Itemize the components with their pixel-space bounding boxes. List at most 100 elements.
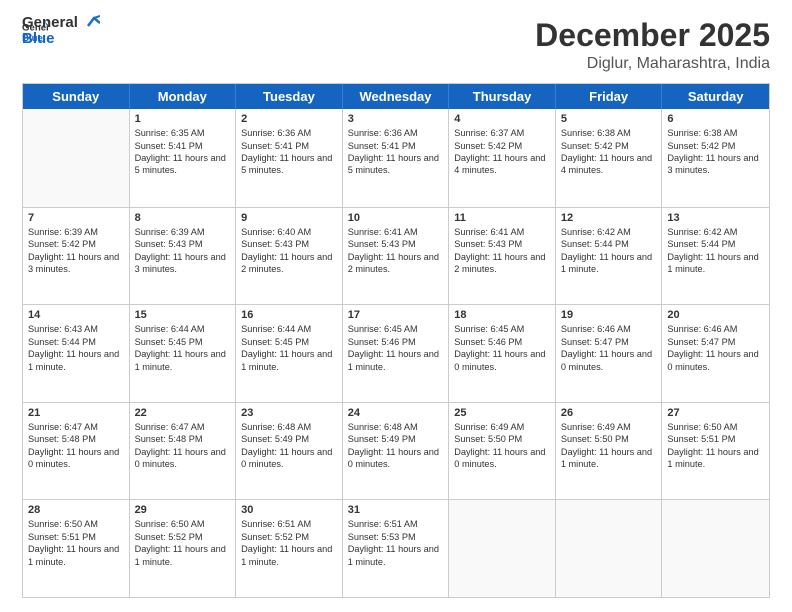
day-number: 20 xyxy=(667,309,764,321)
calendar-cell: 5 Sunrise: 6:38 AM Sunset: 5:42 PM Daylig… xyxy=(556,109,663,207)
day-info: Sunrise: 6:42 AM Sunset: 5:44 PM Dayligh… xyxy=(667,226,764,276)
day-number: 12 xyxy=(561,212,657,224)
header-day-friday: Friday xyxy=(556,84,663,109)
day-number: 15 xyxy=(135,309,231,321)
day-info: Sunrise: 6:38 AM Sunset: 5:42 PM Dayligh… xyxy=(667,127,764,177)
header: General Blue General Blue December 2025 … xyxy=(22,18,770,73)
calendar-cell: 13 Sunrise: 6:42 AM Sunset: 5:44 PM Dayli… xyxy=(662,208,769,305)
day-number: 22 xyxy=(135,407,231,419)
day-number: 7 xyxy=(28,212,124,224)
day-info: Sunrise: 6:46 AM Sunset: 5:47 PM Dayligh… xyxy=(667,323,764,373)
day-number: 23 xyxy=(241,407,337,419)
day-info: Sunrise: 6:45 AM Sunset: 5:46 PM Dayligh… xyxy=(454,323,550,373)
day-info: Sunrise: 6:49 AM Sunset: 5:50 PM Dayligh… xyxy=(561,421,657,471)
day-number: 1 xyxy=(135,113,231,125)
header-day-sunday: Sunday xyxy=(23,84,130,109)
day-number: 9 xyxy=(241,212,337,224)
calendar-row-1: 7 Sunrise: 6:39 AM Sunset: 5:42 PM Daylig… xyxy=(23,207,769,305)
day-number: 19 xyxy=(561,309,657,321)
day-number: 16 xyxy=(241,309,337,321)
logo-block: General Blue xyxy=(22,14,100,47)
calendar-cell: 30 Sunrise: 6:51 AM Sunset: 5:52 PM Dayli… xyxy=(236,500,343,597)
calendar-cell xyxy=(449,500,556,597)
calendar-cell xyxy=(556,500,663,597)
calendar-cell: 11 Sunrise: 6:41 AM Sunset: 5:43 PM Dayli… xyxy=(449,208,556,305)
day-info: Sunrise: 6:42 AM Sunset: 5:44 PM Dayligh… xyxy=(561,226,657,276)
calendar-row-0: 1 Sunrise: 6:35 AM Sunset: 5:41 PM Daylig… xyxy=(23,109,769,207)
day-info: Sunrise: 6:46 AM Sunset: 5:47 PM Dayligh… xyxy=(561,323,657,373)
calendar-header: SundayMondayTuesdayWednesdayThursdayFrid… xyxy=(23,84,769,109)
day-info: Sunrise: 6:41 AM Sunset: 5:43 PM Dayligh… xyxy=(454,226,550,276)
day-number: 21 xyxy=(28,407,124,419)
day-number: 2 xyxy=(241,113,337,125)
header-day-monday: Monday xyxy=(130,84,237,109)
calendar-cell: 9 Sunrise: 6:40 AM Sunset: 5:43 PM Daylig… xyxy=(236,208,343,305)
day-number: 24 xyxy=(348,407,444,419)
day-info: Sunrise: 6:49 AM Sunset: 5:50 PM Dayligh… xyxy=(454,421,550,471)
calendar-cell: 3Sunrise: 6:36 AM Sunset: 5:41 PM Daylig… xyxy=(343,109,450,207)
calendar-cell: 6 Sunrise: 6:38 AM Sunset: 5:42 PM Daylig… xyxy=(662,109,769,207)
calendar-cell: 24 Sunrise: 6:48 AM Sunset: 5:49 PM Dayli… xyxy=(343,403,450,500)
day-info: Sunrise: 6:48 AM Sunset: 5:49 PM Dayligh… xyxy=(241,421,337,471)
calendar-cell: 29Sunrise: 6:50 AM Sunset: 5:52 PM Dayli… xyxy=(130,500,237,597)
calendar-row-4: 28 Sunrise: 6:50 AM Sunset: 5:51 PM Dayli… xyxy=(23,499,769,597)
calendar-cell: 23 Sunrise: 6:48 AM Sunset: 5:49 PM Dayli… xyxy=(236,403,343,500)
day-number: 5 xyxy=(561,113,657,125)
calendar-cell: 20 Sunrise: 6:46 AM Sunset: 5:47 PM Dayli… xyxy=(662,305,769,402)
calendar-cell: 28 Sunrise: 6:50 AM Sunset: 5:51 PM Dayli… xyxy=(23,500,130,597)
day-info: Sunrise: 6:41 AM Sunset: 5:43 PM Dayligh… xyxy=(348,226,444,276)
day-info: Sunrise: 6:51 AM Sunset: 5:53 PM Dayligh… xyxy=(348,518,444,568)
calendar-body: 1 Sunrise: 6:35 AM Sunset: 5:41 PM Daylig… xyxy=(23,109,769,597)
month-title: December 2025 xyxy=(535,18,770,53)
day-info: Sunrise: 6:39 AM Sunset: 5:43 PM Dayligh… xyxy=(135,226,231,276)
day-info: Sunrise: 6:44 AM Sunset: 5:45 PM Dayligh… xyxy=(241,323,337,373)
day-info: Sunrise: 6:44 AM Sunset: 5:45 PM Dayligh… xyxy=(135,323,231,373)
day-info: Sunrise: 6:48 AM Sunset: 5:49 PM Dayligh… xyxy=(348,421,444,471)
header-day-saturday: Saturday xyxy=(662,84,769,109)
calendar-cell: 26Sunrise: 6:49 AM Sunset: 5:50 PM Dayli… xyxy=(556,403,663,500)
calendar-cell: 17Sunrise: 6:45 AM Sunset: 5:46 PM Dayli… xyxy=(343,305,450,402)
logo-blue: Blue xyxy=(22,30,100,47)
day-number: 31 xyxy=(348,504,444,516)
day-info: Sunrise: 6:37 AM Sunset: 5:42 PM Dayligh… xyxy=(454,127,550,177)
day-number: 13 xyxy=(667,212,764,224)
day-number: 10 xyxy=(348,212,444,224)
day-info: Sunrise: 6:35 AM Sunset: 5:41 PM Dayligh… xyxy=(135,127,231,177)
calendar-cell: 31 Sunrise: 6:51 AM Sunset: 5:53 PM Dayli… xyxy=(343,500,450,597)
calendar-cell xyxy=(662,500,769,597)
day-info: Sunrise: 6:36 AM Sunset: 5:41 PM Dayligh… xyxy=(241,127,337,177)
calendar-cell: 22 Sunrise: 6:47 AM Sunset: 5:48 PM Dayli… xyxy=(130,403,237,500)
day-info: Sunrise: 6:47 AM Sunset: 5:48 PM Dayligh… xyxy=(28,421,124,471)
calendar-cell: 14Sunrise: 6:43 AM Sunset: 5:44 PM Dayli… xyxy=(23,305,130,402)
day-number: 27 xyxy=(667,407,764,419)
location-title: Diglur, Maharashtra, India xyxy=(535,55,770,73)
day-info: Sunrise: 6:39 AM Sunset: 5:42 PM Dayligh… xyxy=(28,226,124,276)
day-number: 6 xyxy=(667,113,764,125)
day-info: Sunrise: 6:47 AM Sunset: 5:48 PM Dayligh… xyxy=(135,421,231,471)
title-block: December 2025 Diglur, Maharashtra, India xyxy=(535,18,770,73)
day-number: 25 xyxy=(454,407,550,419)
calendar-cell: 19 Sunrise: 6:46 AM Sunset: 5:47 PM Dayli… xyxy=(556,305,663,402)
day-number: 28 xyxy=(28,504,124,516)
calendar-cell: 1 Sunrise: 6:35 AM Sunset: 5:41 PM Daylig… xyxy=(130,109,237,207)
day-number: 30 xyxy=(241,504,337,516)
calendar-cell: 10 Sunrise: 6:41 AM Sunset: 5:43 PM Dayli… xyxy=(343,208,450,305)
day-info: Sunrise: 6:38 AM Sunset: 5:42 PM Dayligh… xyxy=(561,127,657,177)
header-day-wednesday: Wednesday xyxy=(343,84,450,109)
day-info: Sunrise: 6:50 AM Sunset: 5:51 PM Dayligh… xyxy=(28,518,124,568)
calendar-row-2: 14Sunrise: 6:43 AM Sunset: 5:44 PM Dayli… xyxy=(23,304,769,402)
day-info: Sunrise: 6:51 AM Sunset: 5:52 PM Dayligh… xyxy=(241,518,337,568)
calendar-cell: 8 Sunrise: 6:39 AM Sunset: 5:43 PM Daylig… xyxy=(130,208,237,305)
day-number: 8 xyxy=(135,212,231,224)
page: General Blue General Blue December 2025 … xyxy=(0,0,792,612)
header-day-tuesday: Tuesday xyxy=(236,84,343,109)
header-day-thursday: Thursday xyxy=(449,84,556,109)
day-info: Sunrise: 6:40 AM Sunset: 5:43 PM Dayligh… xyxy=(241,226,337,276)
day-number: 11 xyxy=(454,212,550,224)
calendar-row-3: 21 Sunrise: 6:47 AM Sunset: 5:48 PM Dayli… xyxy=(23,402,769,500)
day-number: 17 xyxy=(348,309,444,321)
calendar-cell: 25 Sunrise: 6:49 AM Sunset: 5:50 PM Dayli… xyxy=(449,403,556,500)
calendar-cell: 21 Sunrise: 6:47 AM Sunset: 5:48 PM Dayli… xyxy=(23,403,130,500)
calendar-cell: 18Sunrise: 6:45 AM Sunset: 5:46 PM Dayli… xyxy=(449,305,556,402)
day-number: 4 xyxy=(454,113,550,125)
